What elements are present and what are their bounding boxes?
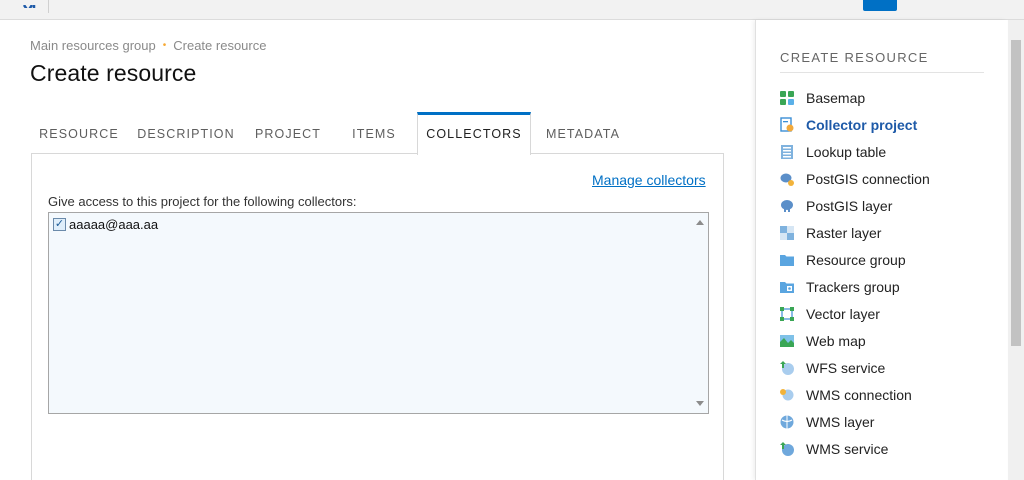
sidebar-item-label: WMS layer	[806, 413, 875, 430]
page-scrollbar-thumb[interactable]	[1011, 40, 1021, 346]
wms-connection-icon	[780, 388, 794, 400]
collectors-listbox[interactable]: ✓ aaaaa@aaa.aa	[48, 212, 709, 414]
sidebar-item-label: Resource group	[806, 251, 906, 268]
tab-metadata[interactable]: METADATA	[533, 112, 633, 154]
collector-email: aaaaa@aaa.aa	[69, 217, 159, 232]
tab-resource[interactable]: RESOURCE	[31, 112, 127, 154]
sidebar-item-wms-layer[interactable]: WMS layer	[779, 408, 930, 435]
sidebar-item-label: PostGIS connection	[806, 170, 930, 187]
topbar-action-button[interactable]	[863, 0, 897, 11]
raster-layer-icon	[780, 225, 794, 240]
sidebar-item-basemap[interactable]: Basemap	[779, 84, 930, 111]
sidebar-item-label: Lookup table	[806, 143, 887, 160]
collector-project-icon	[780, 116, 794, 132]
breadcrumb-item-main-resources-group[interactable]: Main resources group	[30, 38, 156, 53]
sidebar-item-postgis-connection[interactable]: PostGIS connection	[779, 165, 930, 192]
page-scrollbar[interactable]	[1008, 20, 1024, 480]
sidebar-item-wfs-service[interactable]: WFS service	[779, 354, 930, 381]
sidebar-item-postgis-layer[interactable]: PostGIS layer	[779, 192, 930, 219]
sidebar-item-label: Basemap	[806, 89, 866, 106]
postgis-layer-icon	[781, 199, 793, 212]
vector-layer-icon	[780, 306, 794, 321]
scroll-down-arrow-icon[interactable]	[696, 401, 704, 406]
sidebar-divider	[780, 72, 984, 73]
sidebar-item-label: WMS connection	[806, 386, 912, 403]
page-title: Create resource	[30, 60, 197, 86]
tab-project[interactable]: PROJECT	[245, 112, 331, 154]
breadcrumb: Main resources group • Create resource	[30, 38, 266, 53]
sidebar-item-wms-service[interactable]: WMS service	[779, 435, 930, 462]
sidebar-item-vector-layer[interactable]: Vector layer	[779, 300, 930, 327]
basemap-icon	[780, 90, 794, 105]
create-resource-sidebar: CREATE RESOURCE Basemap Collector projec…	[755, 20, 1007, 480]
postgis-connection-icon	[780, 173, 794, 186]
breadcrumb-item-create-resource: Create resource	[173, 38, 267, 53]
sidebar-item-label: WFS service	[806, 359, 886, 376]
sidebar-item-label: Web map	[806, 332, 866, 349]
topbar-divider	[48, 0, 49, 13]
sidebar-item-resource-group[interactable]: Resource group	[779, 246, 930, 273]
sidebar-item-label: WMS service	[806, 440, 889, 457]
sidebar-item-lookup-table[interactable]: Lookup table	[779, 138, 930, 165]
collectors-field-label: Give access to this project for the foll…	[48, 194, 357, 209]
sidebar-title: CREATE RESOURCE	[780, 50, 929, 65]
manage-collectors-link[interactable]: Manage collectors	[592, 172, 706, 188]
sidebar-item-label: Trackers group	[806, 278, 900, 295]
collector-item[interactable]: ✓ aaaaa@aaa.aa	[53, 217, 158, 232]
sidebar-item-wms-connection[interactable]: WMS connection	[779, 381, 930, 408]
wms-layer-icon	[780, 415, 794, 428]
sidebar-item-label: PostGIS layer	[806, 197, 893, 214]
sidebar-item-raster-layer[interactable]: Raster layer	[779, 219, 930, 246]
tab-items[interactable]: ITEMS	[331, 112, 417, 154]
tab-description[interactable]: DESCRIPTION	[129, 112, 243, 154]
breadcrumb-separator: •	[162, 40, 167, 51]
collector-checkbox[interactable]: ✓	[53, 218, 66, 231]
lookup-table-icon	[781, 144, 793, 159]
wms-service-icon	[780, 441, 794, 456]
scroll-up-arrow-icon[interactable]	[696, 220, 704, 225]
sidebar-item-label: Vector layer	[806, 305, 880, 322]
sidebar-item-label: Collector project	[806, 116, 918, 133]
folder-icon	[780, 254, 794, 266]
app-logo[interactable]	[10, 0, 40, 8]
wfs-service-icon	[780, 360, 794, 375]
sidebar-item-label: Raster layer	[806, 224, 882, 241]
sidebar-item-collector-project[interactable]: Collector project	[779, 111, 930, 138]
resource-tabs: RESOURCE DESCRIPTION PROJECT ITEMS COLLE…	[31, 112, 724, 155]
trackers-group-icon	[780, 281, 794, 293]
sidebar-item-web-map[interactable]: Web map	[779, 327, 930, 354]
top-navigation-bar	[0, 0, 1024, 20]
web-map-icon	[780, 334, 794, 347]
tab-collectors[interactable]: COLLECTORS	[417, 112, 531, 155]
resource-type-list: Basemap Collector project Lookup table P…	[779, 84, 930, 462]
sidebar-item-trackers-group[interactable]: Trackers group	[779, 273, 930, 300]
